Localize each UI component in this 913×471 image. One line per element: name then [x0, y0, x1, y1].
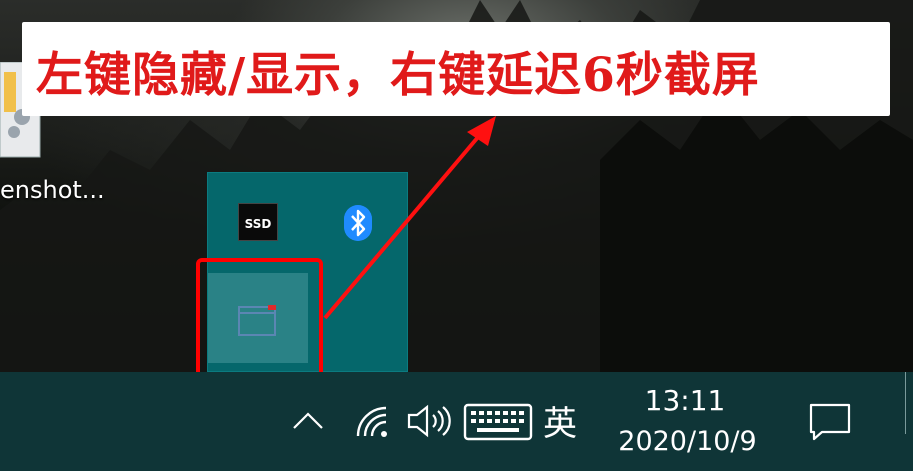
chevron-up-icon[interactable]: [290, 408, 326, 432]
taskbar: [0, 372, 913, 471]
wifi-icon[interactable]: [352, 402, 390, 440]
clock-time[interactable]: 13:11: [630, 384, 740, 417]
action-center-icon[interactable]: [808, 402, 852, 442]
input-method-indicator[interactable]: 英: [543, 396, 577, 445]
volume-icon[interactable]: [405, 403, 451, 439]
keyboard-icon[interactable]: [463, 403, 533, 441]
show-desktop-button[interactable]: [905, 372, 913, 434]
clock-date[interactable]: 2020/10/9: [605, 426, 770, 457]
